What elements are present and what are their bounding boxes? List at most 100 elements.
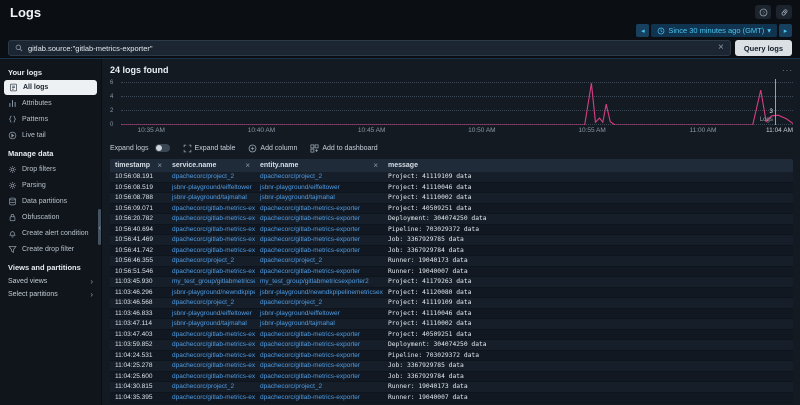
cell-service-name[interactable]: jsbnr-playground/tajmahal: [167, 320, 255, 327]
sidebar-item-data-partitions[interactable]: Data partitions: [0, 193, 101, 209]
sidebar-item-drop-filters[interactable]: Drop filters: [0, 161, 101, 177]
cell-service-name[interactable]: dpachecorc/gitlab-metrics-exporter: [167, 226, 255, 233]
log-row[interactable]: 11:04:25.600dpachecorc/gitlab-metrics-ex…: [110, 372, 793, 383]
cell-entity-name[interactable]: jsbnr-playground/tajmahal: [255, 320, 383, 327]
column-header-message[interactable]: message: [383, 162, 793, 169]
log-row[interactable]: 10:56:09.071dpachecorc/gitlab-metrics-ex…: [110, 204, 793, 215]
sidebar-item-create-alert-condition[interactable]: Create alert condition: [0, 225, 101, 241]
log-row[interactable]: 11:03:45.930my_test_group/gitlabmetricse…: [110, 277, 793, 288]
cell-service-name[interactable]: my_test_group/gitlabmetricsexporter: [167, 278, 255, 285]
cell-entity-name[interactable]: dpachecorc/gitlab-metrics-exporter: [255, 268, 383, 275]
cell-entity-name[interactable]: jsbnr-playground/newndkpipelinemetricsex…: [255, 289, 383, 296]
log-row[interactable]: 10:56:08.191dpachecorc/project_2dpacheco…: [110, 172, 793, 183]
cell-service-name[interactable]: dpachecorc/gitlab-metrics-exporter: [167, 352, 255, 359]
cell-service-name[interactable]: jsbnr-playground/newndkpipelinemetricsex…: [167, 289, 255, 296]
logs-timeseries-chart[interactable]: 0246 3Logs: [110, 79, 793, 125]
cell-service-name[interactable]: dpachecorc/gitlab-metrics-exporter: [167, 205, 255, 212]
cell-service-name[interactable]: dpachecorc/gitlab-metrics-exporter: [167, 215, 255, 222]
cell-entity-name[interactable]: dpachecorc/gitlab-metrics-exporter: [255, 226, 383, 233]
search-input[interactable]: gitlab.source:"gitlab-metrics-exporter" …: [8, 40, 731, 56]
cell-service-name[interactable]: dpachecorc/gitlab-metrics-exporter: [167, 394, 255, 401]
cell-entity-name[interactable]: dpachecorc/gitlab-metrics-exporter: [255, 331, 383, 338]
cell-entity-name[interactable]: dpachecorc/gitlab-metrics-exporter: [255, 205, 383, 212]
clear-search-icon[interactable]: ×: [718, 43, 724, 53]
cell-entity-name[interactable]: dpachecorc/project_2: [255, 257, 383, 264]
cell-service-name[interactable]: jsbnr-playground/tajmahal: [167, 194, 255, 201]
remove-column-icon[interactable]: ×: [245, 161, 250, 170]
log-row[interactable]: 10:56:51.546dpachecorc/gitlab-metrics-ex…: [110, 267, 793, 278]
more-options-icon[interactable]: ···: [782, 66, 793, 75]
cell-service-name[interactable]: dpachecorc/project_2: [167, 299, 255, 306]
cell-service-name[interactable]: dpachecorc/project_2: [167, 383, 255, 390]
sidebar-item-saved-views[interactable]: Saved views›: [0, 275, 101, 288]
cell-service-name[interactable]: jsbnr-playground/eiffeltower: [167, 184, 255, 191]
sidebar-item-create-drop-filter[interactable]: Create drop filter: [0, 241, 101, 257]
help-icon[interactable]: ?: [755, 5, 771, 19]
cell-service-name[interactable]: dpachecorc/gitlab-metrics-exporter: [167, 341, 255, 348]
cell-entity-name[interactable]: my_test_group/gitlabmetricsexporter2: [255, 278, 383, 285]
time-prev-button[interactable]: ◂: [636, 24, 649, 37]
log-row[interactable]: 11:03:46.833jsbnr-playground/eiffeltower…: [110, 309, 793, 320]
cell-service-name[interactable]: dpachecorc/gitlab-metrics-exporter: [167, 331, 255, 338]
time-next-button[interactable]: ▸: [779, 24, 792, 37]
log-row[interactable]: 11:03:46.296jsbnr-playground/newndkpipel…: [110, 288, 793, 299]
log-row[interactable]: 10:56:08.788jsbnr-playground/tajmahaljsb…: [110, 193, 793, 204]
cell-entity-name[interactable]: jsbnr-playground/tajmahal: [255, 194, 383, 201]
log-row[interactable]: 10:56:46.355dpachecorc/project_2dpacheco…: [110, 256, 793, 267]
expand-table-button[interactable]: Expand table: [183, 144, 236, 153]
cell-service-name[interactable]: dpachecorc/gitlab-metrics-exporter: [167, 373, 255, 380]
query-logs-button[interactable]: Query logs: [735, 40, 792, 56]
add-column-button[interactable]: Add column: [248, 144, 297, 153]
cell-service-name[interactable]: dpachecorc/gitlab-metrics-exporter: [167, 236, 255, 243]
log-row[interactable]: 10:56:40.694dpachecorc/gitlab-metrics-ex…: [110, 225, 793, 236]
remove-column-icon[interactable]: ×: [157, 161, 162, 170]
sidebar-item-all-logs[interactable]: All logs: [4, 80, 97, 95]
cell-service-name[interactable]: dpachecorc/gitlab-metrics-exporter: [167, 362, 255, 369]
remove-column-icon[interactable]: ×: [373, 161, 378, 170]
sidebar-item-parsing[interactable]: Parsing: [0, 177, 101, 193]
log-row[interactable]: 11:04:30.815dpachecorc/project_2dpacheco…: [110, 382, 793, 393]
column-header-service-name[interactable]: service.name×: [167, 161, 255, 170]
sidebar-collapse-icon[interactable]: ‹: [99, 225, 101, 232]
cell-entity-name[interactable]: dpachecorc/project_2: [255, 173, 383, 180]
cell-entity-name[interactable]: jsbnr-playground/eiffeltower: [255, 310, 383, 317]
link-icon[interactable]: [776, 5, 792, 19]
log-row[interactable]: 10:56:41.742dpachecorc/gitlab-metrics-ex…: [110, 246, 793, 257]
cell-entity-name[interactable]: dpachecorc/gitlab-metrics-exporter: [255, 215, 383, 222]
cell-service-name[interactable]: dpachecorc/project_2: [167, 173, 255, 180]
add-to-dashboard-button[interactable]: Add to dashboard: [310, 144, 377, 153]
log-row[interactable]: 10:56:41.469dpachecorc/gitlab-metrics-ex…: [110, 235, 793, 246]
sidebar-item-select-partitions[interactable]: Select partitions›: [0, 288, 101, 301]
log-row[interactable]: 11:04:35.395dpachecorc/gitlab-metrics-ex…: [110, 393, 793, 404]
log-row[interactable]: 11:03:59.852dpachecorc/gitlab-metrics-ex…: [110, 340, 793, 351]
log-row[interactable]: 11:03:47.403dpachecorc/gitlab-metrics-ex…: [110, 330, 793, 341]
log-row[interactable]: 11:03:47.114jsbnr-playground/tajmahaljsb…: [110, 319, 793, 330]
time-range-button[interactable]: Since 30 minutes ago (GMT) ▾: [651, 24, 777, 37]
cell-service-name[interactable]: dpachecorc/gitlab-metrics-exporter: [167, 247, 255, 254]
column-header-entity-name[interactable]: entity.name×: [255, 161, 383, 170]
log-row[interactable]: 11:03:46.568dpachecorc/project_2dpacheco…: [110, 298, 793, 309]
cell-entity-name[interactable]: dpachecorc/project_2: [255, 299, 383, 306]
cell-entity-name[interactable]: dpachecorc/gitlab-metrics-exporter: [255, 247, 383, 254]
sidebar-item-obfuscation[interactable]: Obfuscation: [0, 209, 101, 225]
sidebar-item-attributes[interactable]: Attributes: [0, 95, 101, 111]
cell-entity-name[interactable]: dpachecorc/gitlab-metrics-exporter: [255, 373, 383, 380]
log-row[interactable]: 11:04:24.531dpachecorc/gitlab-metrics-ex…: [110, 351, 793, 362]
cell-entity-name[interactable]: dpachecorc/project_2: [255, 383, 383, 390]
sidebar-item-live-tail[interactable]: Live tail: [0, 127, 101, 143]
cell-service-name[interactable]: dpachecorc/project_2: [167, 257, 255, 264]
cell-service-name[interactable]: dpachecorc/gitlab-metrics-exporter: [167, 268, 255, 275]
cell-entity-name[interactable]: jsbnr-playground/eiffeltower: [255, 184, 383, 191]
log-row[interactable]: 10:56:08.519jsbnr-playground/eiffeltower…: [110, 183, 793, 194]
expand-logs-toggle[interactable]: Expand logs: [110, 144, 170, 152]
toggle-switch[interactable]: [155, 144, 170, 152]
cell-entity-name[interactable]: dpachecorc/gitlab-metrics-exporter: [255, 362, 383, 369]
cell-entity-name[interactable]: dpachecorc/gitlab-metrics-exporter: [255, 236, 383, 243]
log-row[interactable]: 11:04:25.278dpachecorc/gitlab-metrics-ex…: [110, 361, 793, 372]
sidebar-item-patterns[interactable]: Patterns: [0, 111, 101, 127]
cell-entity-name[interactable]: dpachecorc/gitlab-metrics-exporter: [255, 341, 383, 348]
cell-entity-name[interactable]: dpachecorc/gitlab-metrics-exporter: [255, 352, 383, 359]
column-header-timestamp[interactable]: timestamp×: [110, 161, 167, 170]
cell-service-name[interactable]: jsbnr-playground/eiffeltower: [167, 310, 255, 317]
log-row[interactable]: 10:56:20.782dpachecorc/gitlab-metrics-ex…: [110, 214, 793, 225]
